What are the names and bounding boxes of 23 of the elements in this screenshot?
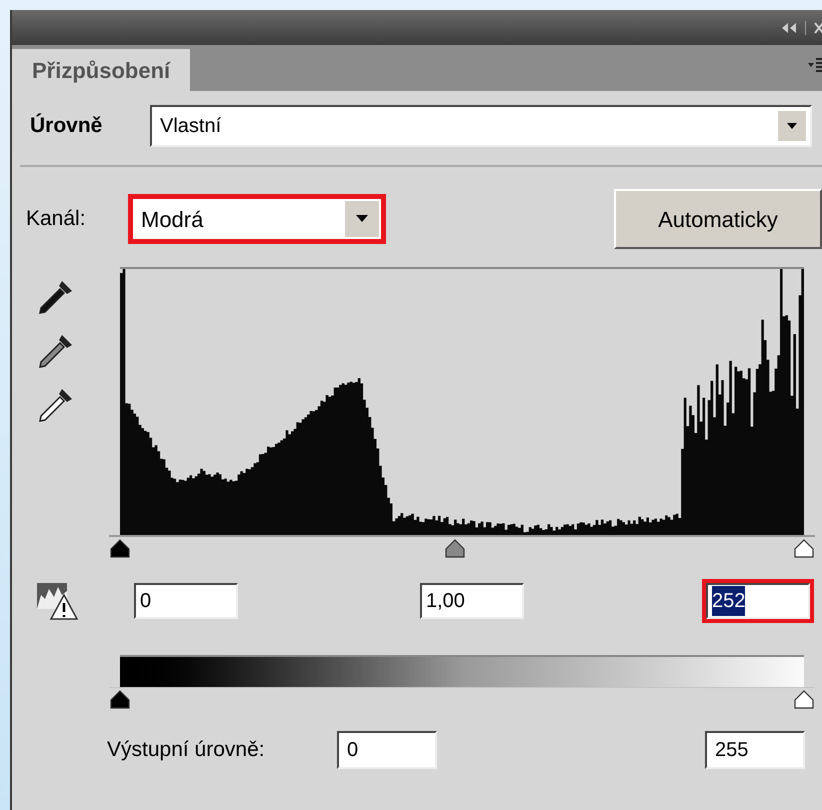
channel-dropdown[interactable]: Modrá xyxy=(128,194,386,244)
field-value: 252 xyxy=(712,586,746,616)
output-levels-label: Výstupní úrovně: xyxy=(107,737,266,764)
slider-handle[interactable] xyxy=(793,539,815,559)
number-field[interactable]: 0 xyxy=(337,731,437,769)
number-field[interactable]: 255 xyxy=(705,731,805,769)
panel-tab[interactable]: Přizpůsobení xyxy=(12,49,190,91)
close-icon[interactable] xyxy=(814,22,822,34)
number-field[interactable]: 252 xyxy=(706,583,810,619)
clipping-warning-icon[interactable] xyxy=(36,581,78,621)
slider-handle[interactable] xyxy=(109,690,131,710)
number-field[interactable]: 0 xyxy=(134,583,238,619)
slider-handle[interactable] xyxy=(109,539,131,559)
collapse-icon[interactable] xyxy=(781,22,797,32)
field-value: 1,00 xyxy=(426,589,465,614)
field-value: 0 xyxy=(140,589,152,614)
number-field[interactable]: 1,00 xyxy=(420,583,524,619)
preset-label: Úrovně xyxy=(30,112,104,140)
auto-button[interactable]: Automaticky xyxy=(614,189,822,249)
preset-dropdown[interactable]: Vlastní xyxy=(150,105,812,147)
channel-label: Kanál: xyxy=(26,206,87,232)
slider-handle[interactable] xyxy=(444,539,466,559)
slider-handle[interactable] xyxy=(793,690,815,710)
